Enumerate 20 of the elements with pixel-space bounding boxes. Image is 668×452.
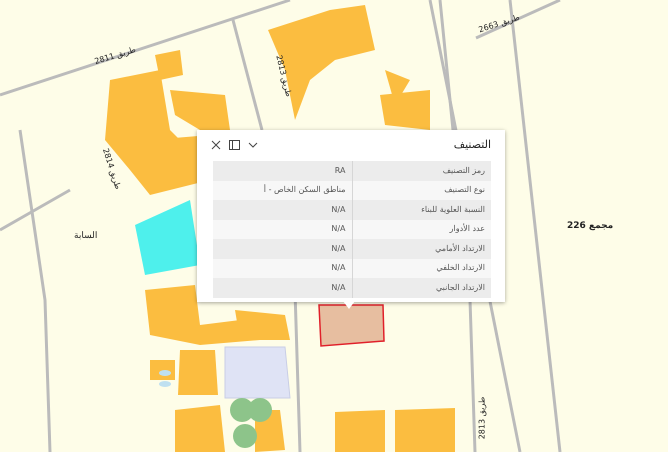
popup-title: التصنيف <box>454 136 491 153</box>
attribute-value: N/A <box>213 220 352 239</box>
road-label: طريق 2663 <box>478 14 521 34</box>
road-label: طريق 2813 <box>478 396 486 440</box>
attribute-label: الارتداد الجانبي <box>352 278 491 298</box>
road-label: طريق 2814 <box>100 148 122 190</box>
block-label: مجمع 226 <box>567 222 614 231</box>
attribute-value: N/A <box>213 200 352 220</box>
attribute-value: N/A <box>213 258 352 278</box>
road-label: طريق 2813 <box>274 54 292 98</box>
area-label: السابة <box>74 232 98 241</box>
selected-parcel[interactable] <box>318 304 385 347</box>
attribute-value: N/A <box>213 278 352 298</box>
dock-panel-icon[interactable] <box>229 140 240 150</box>
attribute-value: RA <box>213 161 352 180</box>
road-label: طريق 2811 <box>94 46 137 66</box>
chevron-down-icon[interactable] <box>248 142 258 148</box>
attribute-value: مناطق السكن الخاص - أ <box>213 180 352 200</box>
attribute-value: N/A <box>213 239 352 258</box>
close-icon[interactable] <box>211 140 221 150</box>
